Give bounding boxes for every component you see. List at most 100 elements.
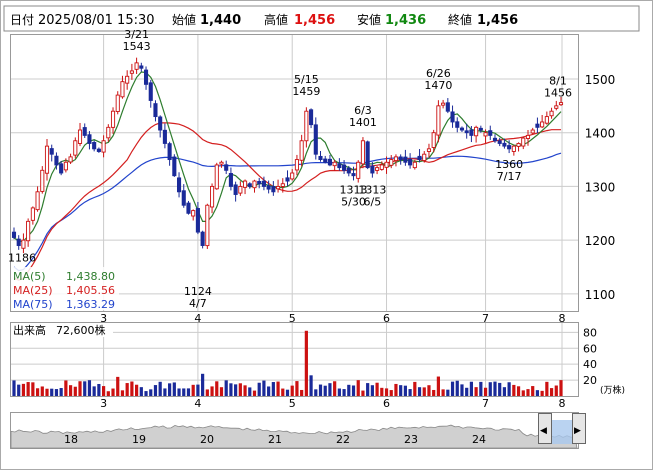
open-label: 始値: [172, 12, 196, 27]
candle-body: [120, 81, 125, 98]
annotation-label: 5/30: [341, 195, 366, 208]
candle-body: [172, 156, 177, 177]
candle-body: [143, 69, 149, 85]
candle-body: [77, 129, 83, 144]
candle-body: [162, 129, 167, 144]
volume-bar: [182, 388, 186, 396]
candle-body: [63, 161, 68, 171]
volume-bar: [201, 373, 205, 396]
candle-body: [360, 140, 365, 165]
candle-body: [21, 239, 26, 249]
volume-bar: [521, 390, 525, 396]
candle-body: [492, 137, 498, 142]
candle-body: [290, 172, 295, 180]
candle-body: [554, 105, 559, 109]
scroll-left-button[interactable]: ◀: [538, 413, 552, 444]
volume-bar: [314, 389, 318, 396]
navigator-tick-label: 19: [132, 433, 146, 446]
candle-body: [35, 191, 40, 211]
navigator-tick-label: 21: [268, 433, 282, 446]
volume-bar: [304, 330, 308, 396]
volume-bar: [210, 386, 214, 396]
volume-bar: [40, 386, 44, 396]
candle-body: [16, 238, 21, 246]
candle-body: [73, 140, 78, 156]
candle-body: [44, 145, 50, 174]
candle-body: [304, 110, 309, 142]
volume-bar: [50, 388, 54, 396]
candle-body: [148, 82, 153, 101]
volume-bar: [351, 385, 356, 396]
annotation-label: 1456: [544, 87, 572, 100]
candle-body: [558, 102, 564, 106]
volume-bar: [328, 383, 332, 396]
candle-body: [247, 183, 252, 187]
volume-tick-label: 80: [583, 326, 597, 339]
candle-body: [417, 155, 422, 161]
candle-body: [342, 164, 347, 171]
candle-body: [167, 143, 172, 161]
candle-body: [243, 180, 248, 188]
candle-body: [535, 123, 540, 128]
volume-bar: [163, 388, 167, 396]
volume-bar: [21, 383, 26, 396]
candle-body: [459, 127, 465, 131]
volume-bar: [205, 389, 209, 396]
candle-body: [318, 155, 323, 161]
candle-body: [474, 126, 479, 137]
date-label: 日付: [10, 13, 34, 27]
candle-body: [115, 94, 120, 112]
volume-bar: [318, 384, 323, 396]
scroll-right-button[interactable]: ▶: [572, 413, 586, 444]
candle-body: [252, 180, 257, 189]
candle-body: [384, 161, 389, 168]
candle-body: [233, 184, 238, 195]
candle-body: [228, 173, 233, 187]
candle-body: [11, 231, 17, 238]
candle-body: [158, 116, 163, 131]
candle-body: [82, 127, 87, 136]
volume-bar: [92, 386, 96, 396]
candle-body: [101, 140, 106, 153]
volume-bar: [554, 385, 558, 396]
chevron-right-icon: ▶: [574, 426, 581, 436]
volume-bar: [549, 388, 554, 396]
candle-body: [266, 185, 271, 190]
volume-bar: [59, 388, 63, 396]
volume-bar: [290, 385, 294, 396]
volume-bar: [323, 385, 327, 396]
volume-bar: [493, 381, 497, 396]
volume-bar: [403, 385, 407, 396]
candle-body: [436, 105, 441, 136]
candle-body: [54, 155, 59, 166]
candle-body: [445, 102, 450, 112]
month-tick-label: 3: [100, 397, 107, 410]
volume-bar: [422, 387, 426, 396]
volume-bar: [248, 387, 252, 396]
ma25-label: MA(25): [13, 284, 53, 297]
volume-bar: [460, 384, 464, 396]
annotation-label: 4/7: [189, 297, 207, 310]
candle-body: [549, 110, 554, 117]
high-label: 高値: [264, 12, 288, 27]
month-tick-label: 4: [194, 397, 201, 410]
volume-bar: [87, 380, 92, 396]
stock-chart-widget: 日付 2025/08/01 15:30 始値 1,440 高値 1,456 安値…: [0, 0, 653, 470]
volume-bar: [125, 383, 129, 396]
ma25-value: 1,405.56: [66, 284, 115, 297]
volume-bar: [384, 388, 389, 396]
volume-bar: [149, 389, 153, 396]
volume-bar: [158, 381, 162, 396]
volume-bar: [12, 380, 16, 396]
annotation-label: 1401: [349, 116, 377, 129]
candle-body: [59, 163, 64, 174]
navigator-selection-window[interactable]: [552, 420, 573, 444]
candle-body: [276, 185, 281, 190]
datetime-value: 2025/08/01 15:30: [38, 13, 155, 28]
volume-bar: [394, 383, 398, 396]
volume-bar: [177, 388, 181, 396]
volume-bar: [441, 389, 445, 396]
volume-bar: [540, 390, 544, 396]
close-label: 終値: [448, 12, 472, 27]
volume-bar: [116, 376, 120, 396]
